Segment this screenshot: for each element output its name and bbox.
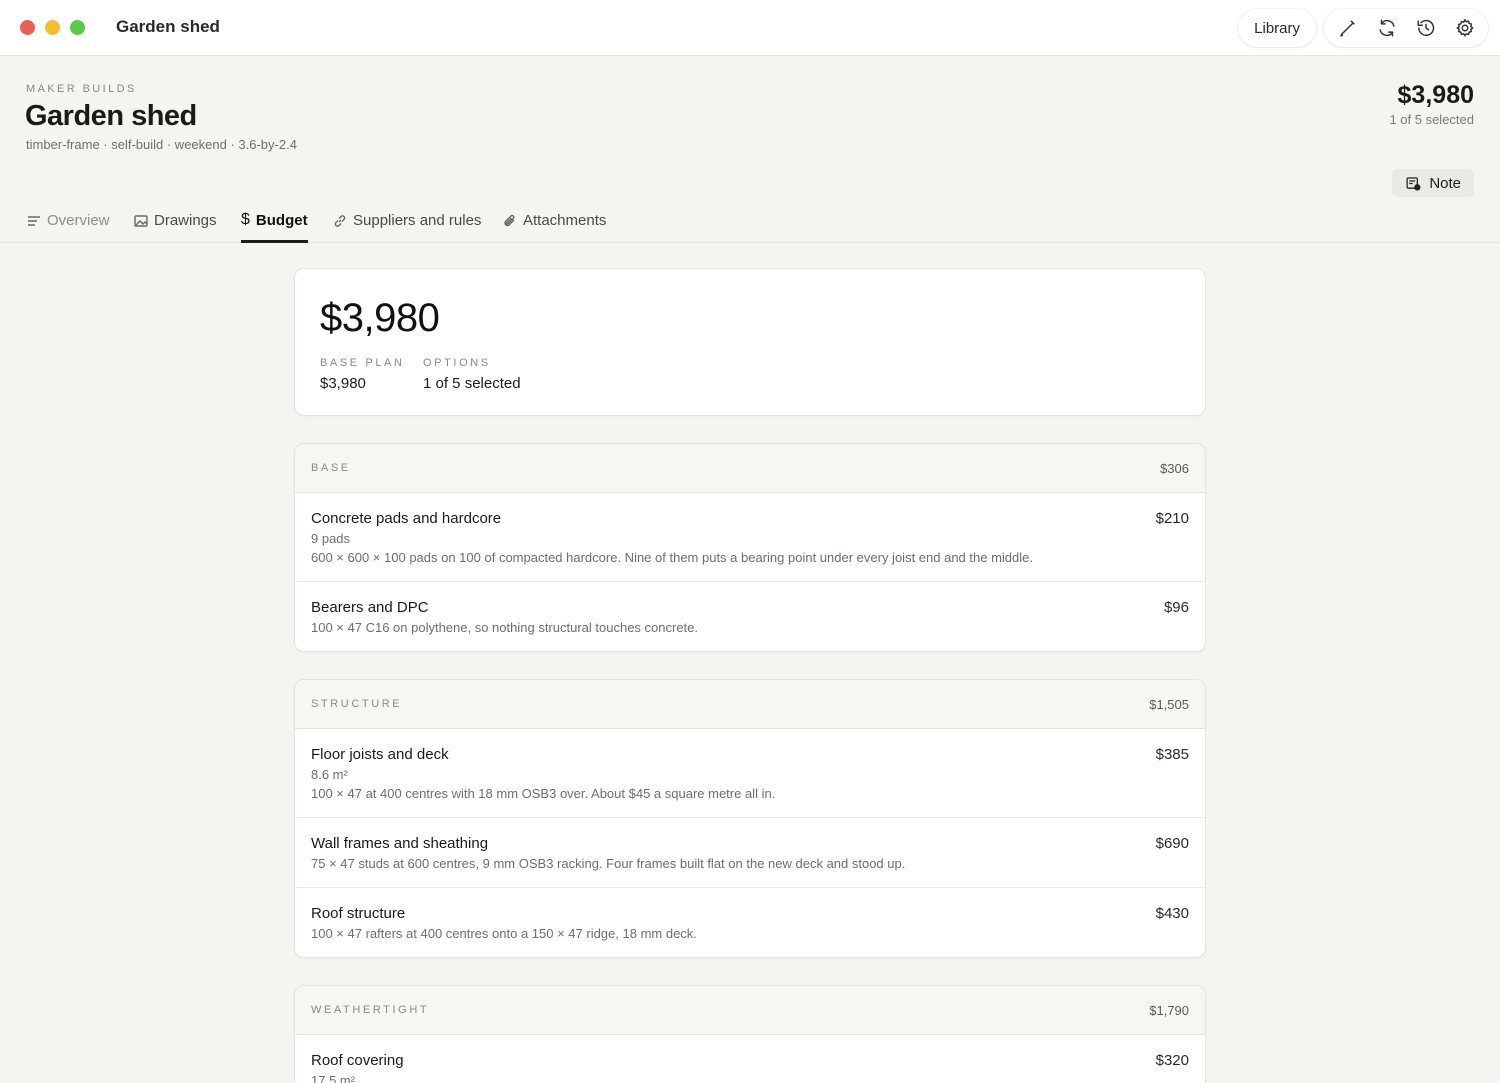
item-quantity: 17.5 m² bbox=[311, 1073, 356, 1083]
edit-button[interactable] bbox=[1328, 9, 1367, 47]
budget-section-weathertight: WEATHERTIGHT $1,790 Roof covering 17.5 m… bbox=[294, 985, 1206, 1083]
note-icon bbox=[1406, 176, 1421, 191]
options-stat: OPTIONS 1 of 5 selected bbox=[423, 357, 521, 392]
section-total: $306 bbox=[1160, 460, 1189, 476]
section-total: $1,505 bbox=[1149, 696, 1189, 712]
tab-label: Budget bbox=[255, 212, 308, 229]
tab-label: Attachments bbox=[523, 212, 607, 229]
minimize-window-button[interactable] bbox=[45, 20, 60, 35]
title-bar: Garden shed Library bbox=[0, 0, 1500, 56]
budget-line-item[interactable]: Floor joists and deck 8.6 m² 100 × 47 at… bbox=[295, 729, 1205, 818]
tab-label: Drawings bbox=[154, 212, 217, 229]
item-price: $690 bbox=[1155, 835, 1189, 852]
item-name: Roof structure bbox=[311, 905, 406, 922]
dollar-icon: $ bbox=[241, 211, 250, 228]
item-quantity: 9 pads bbox=[311, 531, 351, 546]
item-description: 600 × 600 × 100 pads on 100 of compacted… bbox=[311, 550, 1033, 565]
settings-button[interactable] bbox=[1445, 9, 1484, 47]
toolbar-icon-group bbox=[1324, 9, 1488, 47]
history-button[interactable] bbox=[1406, 9, 1445, 47]
budget-line-item[interactable]: Wall frames and sheathing 75 × 47 studs … bbox=[295, 818, 1205, 888]
tab-attachments[interactable]: Attachments bbox=[503, 212, 606, 243]
section-name: STRUCTURE bbox=[311, 698, 403, 710]
item-description: 75 × 47 studs at 600 centres, 9 mm OSB3 … bbox=[311, 856, 906, 871]
budget-summary-card: $3,980 BASE PLAN $3,980 OPTIONS 1 of 5 s… bbox=[294, 268, 1206, 416]
section-name: BASE bbox=[311, 462, 351, 474]
item-name: Wall frames and sheathing bbox=[311, 835, 489, 852]
item-name: Concrete pads and hardcore bbox=[311, 510, 502, 527]
sync-icon bbox=[1378, 19, 1395, 37]
history-icon bbox=[1416, 19, 1434, 36]
budget-section-structure: STRUCTURE $1,505 Floor joists and deck 8… bbox=[294, 679, 1206, 958]
gear-icon bbox=[1455, 19, 1474, 37]
options-value: 1 of 5 selected bbox=[423, 375, 521, 392]
budget-line-item[interactable]: Roof structure 100 × 47 rafters at 400 c… bbox=[295, 888, 1205, 957]
section-total: $1,790 bbox=[1149, 1002, 1189, 1018]
tab-bar: Overview Drawings $ Budget Suppliers and… bbox=[0, 200, 1500, 243]
item-description: 100 × 47 rafters at 400 centres onto a 1… bbox=[311, 926, 697, 941]
sync-button[interactable] bbox=[1367, 9, 1406, 47]
section-header: WEATHERTIGHT $1,790 bbox=[295, 986, 1205, 1035]
section-name: WEATHERTIGHT bbox=[311, 1004, 430, 1016]
tab-drawings[interactable]: Drawings bbox=[134, 212, 217, 243]
base-plan-stat: BASE PLAN $3,980 bbox=[320, 357, 405, 392]
section-header: BASE $306 bbox=[295, 444, 1205, 493]
tab-label: Overview bbox=[47, 212, 110, 229]
budget-line-item[interactable]: Concrete pads and hardcore 9 pads 600 × … bbox=[295, 493, 1205, 582]
tab-suppliers-and-rules[interactable]: Suppliers and rules bbox=[333, 212, 481, 243]
image-icon bbox=[134, 215, 148, 227]
library-button[interactable]: Library bbox=[1238, 9, 1316, 47]
item-description: 100 × 47 C16 on polythene, so nothing st… bbox=[311, 620, 699, 635]
link-icon bbox=[334, 215, 346, 227]
zoom-window-button[interactable] bbox=[70, 20, 85, 35]
note-button[interactable]: Note bbox=[1392, 169, 1474, 197]
lines-icon bbox=[28, 216, 40, 226]
budget-total: $3,980 bbox=[320, 296, 440, 340]
section-header: STRUCTURE $1,505 bbox=[295, 680, 1205, 729]
item-name: Roof covering bbox=[311, 1052, 404, 1069]
item-price: $320 bbox=[1155, 1052, 1189, 1069]
page-title: Garden shed bbox=[25, 100, 197, 132]
tab-overview[interactable]: Overview bbox=[27, 212, 110, 243]
item-price: $430 bbox=[1155, 905, 1189, 922]
options-label: OPTIONS bbox=[423, 357, 491, 369]
note-button-label: Note bbox=[1429, 174, 1461, 192]
base-plan-value: $3,980 bbox=[320, 375, 366, 392]
tab-budget[interactable]: $ Budget bbox=[241, 211, 308, 243]
window-title: Garden shed bbox=[116, 17, 220, 36]
budget-content: $3,980 BASE PLAN $3,980 OPTIONS 1 of 5 s… bbox=[294, 268, 1206, 1083]
budget-line-item[interactable]: Bearers and DPC 100 × 47 C16 on polythen… bbox=[295, 582, 1205, 651]
tab-label: Suppliers and rules bbox=[353, 212, 482, 229]
item-price: $385 bbox=[1155, 746, 1189, 763]
budget-section-base: BASE $306 Concrete pads and hardcore 9 p… bbox=[294, 443, 1206, 652]
header-total: $3,980 bbox=[1397, 81, 1474, 109]
item-price: $210 bbox=[1155, 510, 1189, 527]
toolbar: Library bbox=[1238, 9, 1488, 47]
project-tags: timber-frame · self-build · weekend · 3.… bbox=[26, 137, 297, 152]
paperclip-icon bbox=[504, 214, 515, 227]
item-price: $96 bbox=[1163, 599, 1189, 616]
item-quantity: 8.6 m² bbox=[311, 767, 348, 782]
budget-line-item[interactable]: Roof covering 17.5 m² $320 bbox=[295, 1035, 1205, 1083]
header-selected-count: 1 of 5 selected bbox=[1389, 112, 1474, 127]
section-eyebrow: MAKER BUILDS bbox=[26, 83, 137, 95]
app-window: Garden shed Library MAKER BUILDS Garden … bbox=[0, 0, 1500, 1083]
close-window-button[interactable] bbox=[20, 20, 35, 35]
item-name: Floor joists and deck bbox=[311, 746, 449, 763]
pencil-icon bbox=[1339, 20, 1355, 37]
item-name: Bearers and DPC bbox=[311, 599, 429, 616]
base-plan-label: BASE PLAN bbox=[320, 357, 405, 369]
item-description: 100 × 47 at 400 centres with 18 mm OSB3 … bbox=[311, 786, 776, 801]
